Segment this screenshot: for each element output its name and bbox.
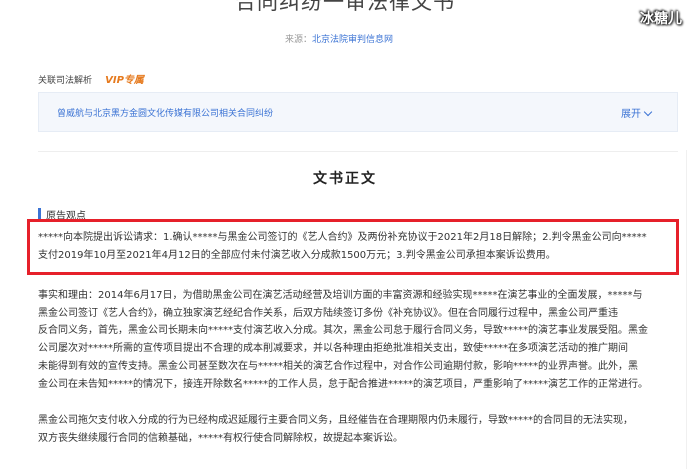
text-line: 反合同义务，首先，黑金公司长期未向*****支付演艺收入分成。其次，黑金公司怠于…	[38, 325, 648, 337]
text-line: 黑金公司拖欠支付收入分成的行为已经构成迟延履行主要合同义务，且经催告在合理期限内…	[38, 415, 633, 426]
text-line: 金公司在未告知*****的情况下，接连开除数名*****的工作人员，怠于配合推进…	[38, 378, 648, 390]
text-line: 公司屡次对*****所需的宣传项目提出不合理的成本削减要求，并以各种理由拒绝批准…	[38, 343, 628, 355]
related-analysis-label: 关联司法解析	[38, 76, 93, 86]
watermark: 冰糖儿	[640, 11, 682, 27]
text-line: 黑金公司签订《艺人合约》，确立独家演艺经纪合作关系，后双方陆续签订多份《补充协议…	[38, 307, 618, 319]
chevron-down-icon	[643, 107, 653, 117]
highlight-frame	[27, 219, 679, 275]
page-edge-line	[686, 150, 687, 469]
expand-button[interactable]: 展开	[621, 105, 653, 120]
section-title: 文书正文	[313, 171, 377, 187]
text-line: 事实和理由：2014年6月17日，为借助黑金公司在演艺活动经营及培训方面的丰富资…	[38, 290, 643, 301]
vip-badge: VIP专属	[105, 75, 144, 86]
text-line: 未能得到有效的宣传支持。黑金公司甚至数次在与*****相关的演艺合作过程中，对合…	[38, 360, 638, 372]
section-divider	[38, 151, 678, 152]
document-title: 合同纠纷一审法律文书	[235, 0, 455, 14]
expand-label: 展开	[621, 109, 641, 120]
source-link[interactable]: 北京法院审判信息网	[312, 35, 393, 45]
related-case-link[interactable]: 曾威航与北京黑方金圆文化传媒有限公司相关合同纠纷	[57, 106, 273, 119]
source-line: 来源：北京法院审判信息网	[285, 32, 393, 45]
conclusion-paragraph: 黑金公司拖欠支付收入分成的行为已经构成迟延履行主要合同义务，且经催告在合理期限内…	[38, 412, 678, 447]
facts-paragraph: 事实和理由：2014年6月17日，为借助黑金公司在演艺活动经营及培训方面的丰富资…	[38, 287, 678, 393]
source-label: 来源：	[285, 35, 313, 45]
related-analysis-box: 曾威航与北京黑方金圆文化传媒有限公司相关合同纠纷 展开	[38, 92, 678, 132]
heading-accent-bar	[38, 208, 41, 219]
text-line: 双方丧失继续履行合同的信赖基础，*****有权行使合同解除权，故提起本案诉讼。	[38, 432, 403, 444]
related-analysis-header: 关联司法解析 VIP专属	[38, 68, 144, 87]
document-page: 合同纠纷一审法律文书 来源：北京法院审判信息网 冰糖儿 关联司法解析 VIP专属…	[0, 0, 690, 469]
